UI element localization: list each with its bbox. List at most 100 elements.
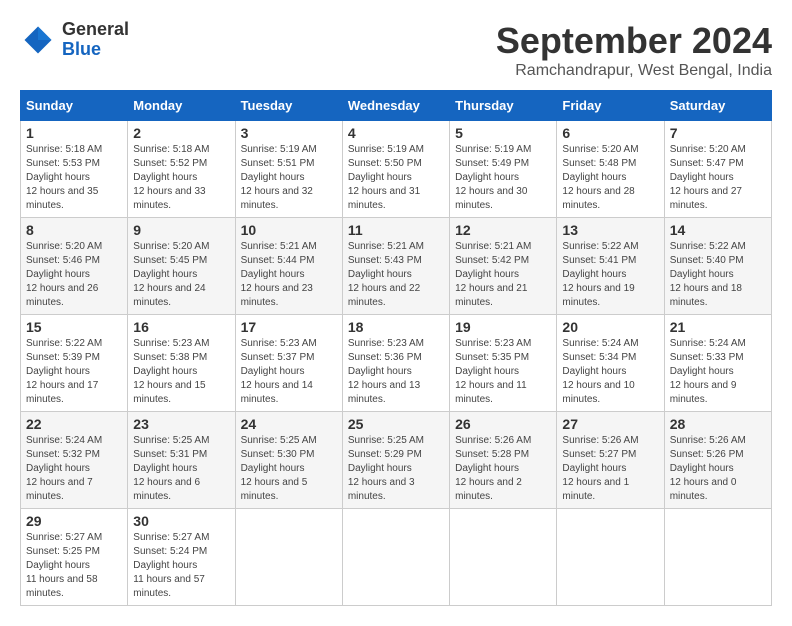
- day-number: 17: [241, 319, 337, 335]
- calendar-day-cell: 22 Sunrise: 5:24 AM Sunset: 5:32 PM Dayl…: [21, 412, 128, 509]
- calendar-day-cell: 10 Sunrise: 5:21 AM Sunset: 5:44 PM Dayl…: [235, 218, 342, 315]
- day-number: 26: [455, 416, 551, 432]
- day-info: Sunrise: 5:19 AM Sunset: 5:51 PM Dayligh…: [241, 143, 337, 213]
- day-info: Sunrise: 5:21 AM Sunset: 5:44 PM Dayligh…: [241, 240, 337, 310]
- calendar-day-cell: 18 Sunrise: 5:23 AM Sunset: 5:36 PM Dayl…: [342, 315, 449, 412]
- day-number: 28: [670, 416, 766, 432]
- day-number: 15: [26, 319, 122, 335]
- calendar-day-cell: 19 Sunrise: 5:23 AM Sunset: 5:35 PM Dayl…: [450, 315, 557, 412]
- calendar-day-cell: 24 Sunrise: 5:25 AM Sunset: 5:30 PM Dayl…: [235, 412, 342, 509]
- day-number: 5: [455, 125, 551, 141]
- day-info: Sunrise: 5:18 AM Sunset: 5:53 PM Dayligh…: [26, 143, 122, 213]
- calendar-day-cell: 21 Sunrise: 5:24 AM Sunset: 5:33 PM Dayl…: [664, 315, 771, 412]
- weekday-header-sunday: Sunday: [21, 91, 128, 121]
- calendar-day-cell: [557, 509, 664, 606]
- day-info: Sunrise: 5:27 AM Sunset: 5:25 PM Dayligh…: [26, 531, 122, 601]
- day-info: Sunrise: 5:22 AM Sunset: 5:39 PM Dayligh…: [26, 337, 122, 407]
- weekday-header-saturday: Saturday: [664, 91, 771, 121]
- calendar-day-cell: 27 Sunrise: 5:26 AM Sunset: 5:27 PM Dayl…: [557, 412, 664, 509]
- day-number: 24: [241, 416, 337, 432]
- day-number: 13: [562, 222, 658, 238]
- calendar-week-row: 8 Sunrise: 5:20 AM Sunset: 5:46 PM Dayli…: [21, 218, 772, 315]
- calendar-table: SundayMondayTuesdayWednesdayThursdayFrid…: [20, 90, 772, 606]
- day-number: 21: [670, 319, 766, 335]
- logo: General Blue: [20, 20, 129, 60]
- day-info: Sunrise: 5:25 AM Sunset: 5:31 PM Dayligh…: [133, 434, 229, 504]
- weekday-header-wednesday: Wednesday: [342, 91, 449, 121]
- logo-text: General Blue: [62, 20, 129, 60]
- calendar-day-cell: 30 Sunrise: 5:27 AM Sunset: 5:24 PM Dayl…: [128, 509, 235, 606]
- calendar-day-cell: 7 Sunrise: 5:20 AM Sunset: 5:47 PM Dayli…: [664, 121, 771, 218]
- day-info: Sunrise: 5:18 AM Sunset: 5:52 PM Dayligh…: [133, 143, 229, 213]
- day-info: Sunrise: 5:22 AM Sunset: 5:40 PM Dayligh…: [670, 240, 766, 310]
- day-number: 16: [133, 319, 229, 335]
- calendar-day-cell: 3 Sunrise: 5:19 AM Sunset: 5:51 PM Dayli…: [235, 121, 342, 218]
- logo-icon: [20, 22, 56, 58]
- day-info: Sunrise: 5:23 AM Sunset: 5:37 PM Dayligh…: [241, 337, 337, 407]
- day-info: Sunrise: 5:22 AM Sunset: 5:41 PM Dayligh…: [562, 240, 658, 310]
- day-info: Sunrise: 5:25 AM Sunset: 5:29 PM Dayligh…: [348, 434, 444, 504]
- calendar-day-cell: 15 Sunrise: 5:22 AM Sunset: 5:39 PM Dayl…: [21, 315, 128, 412]
- calendar-day-cell: 16 Sunrise: 5:23 AM Sunset: 5:38 PM Dayl…: [128, 315, 235, 412]
- day-info: Sunrise: 5:26 AM Sunset: 5:26 PM Dayligh…: [670, 434, 766, 504]
- day-number: 11: [348, 222, 444, 238]
- day-number: 22: [26, 416, 122, 432]
- calendar-day-cell: 17 Sunrise: 5:23 AM Sunset: 5:37 PM Dayl…: [235, 315, 342, 412]
- month-title: September 2024: [496, 20, 772, 62]
- day-info: Sunrise: 5:24 AM Sunset: 5:34 PM Dayligh…: [562, 337, 658, 407]
- day-info: Sunrise: 5:19 AM Sunset: 5:50 PM Dayligh…: [348, 143, 444, 213]
- calendar-day-cell: 23 Sunrise: 5:25 AM Sunset: 5:31 PM Dayl…: [128, 412, 235, 509]
- day-number: 27: [562, 416, 658, 432]
- day-number: 3: [241, 125, 337, 141]
- calendar-day-cell: 13 Sunrise: 5:22 AM Sunset: 5:41 PM Dayl…: [557, 218, 664, 315]
- day-number: 6: [562, 125, 658, 141]
- day-number: 12: [455, 222, 551, 238]
- day-info: Sunrise: 5:26 AM Sunset: 5:27 PM Dayligh…: [562, 434, 658, 504]
- day-info: Sunrise: 5:21 AM Sunset: 5:43 PM Dayligh…: [348, 240, 444, 310]
- day-number: 4: [348, 125, 444, 141]
- day-info: Sunrise: 5:20 AM Sunset: 5:45 PM Dayligh…: [133, 240, 229, 310]
- day-info: Sunrise: 5:26 AM Sunset: 5:28 PM Dayligh…: [455, 434, 551, 504]
- day-info: Sunrise: 5:25 AM Sunset: 5:30 PM Dayligh…: [241, 434, 337, 504]
- day-number: 7: [670, 125, 766, 141]
- calendar-day-cell: 6 Sunrise: 5:20 AM Sunset: 5:48 PM Dayli…: [557, 121, 664, 218]
- calendar-week-row: 22 Sunrise: 5:24 AM Sunset: 5:32 PM Dayl…: [21, 412, 772, 509]
- day-number: 1: [26, 125, 122, 141]
- logo-line2: Blue: [62, 40, 129, 60]
- calendar-day-cell: 11 Sunrise: 5:21 AM Sunset: 5:43 PM Dayl…: [342, 218, 449, 315]
- calendar-day-cell: [342, 509, 449, 606]
- day-info: Sunrise: 5:20 AM Sunset: 5:46 PM Dayligh…: [26, 240, 122, 310]
- day-info: Sunrise: 5:23 AM Sunset: 5:35 PM Dayligh…: [455, 337, 551, 407]
- calendar-day-cell: 2 Sunrise: 5:18 AM Sunset: 5:52 PM Dayli…: [128, 121, 235, 218]
- calendar-day-cell: [664, 509, 771, 606]
- calendar-week-row: 29 Sunrise: 5:27 AM Sunset: 5:25 PM Dayl…: [21, 509, 772, 606]
- day-number: 14: [670, 222, 766, 238]
- day-info: Sunrise: 5:21 AM Sunset: 5:42 PM Dayligh…: [455, 240, 551, 310]
- day-number: 9: [133, 222, 229, 238]
- weekday-header-friday: Friday: [557, 91, 664, 121]
- day-number: 18: [348, 319, 444, 335]
- calendar-day-cell: 1 Sunrise: 5:18 AM Sunset: 5:53 PM Dayli…: [21, 121, 128, 218]
- calendar-day-cell: 5 Sunrise: 5:19 AM Sunset: 5:49 PM Dayli…: [450, 121, 557, 218]
- day-number: 19: [455, 319, 551, 335]
- calendar-day-cell: 9 Sunrise: 5:20 AM Sunset: 5:45 PM Dayli…: [128, 218, 235, 315]
- calendar-day-cell: 14 Sunrise: 5:22 AM Sunset: 5:40 PM Dayl…: [664, 218, 771, 315]
- day-number: 25: [348, 416, 444, 432]
- weekday-header-tuesday: Tuesday: [235, 91, 342, 121]
- day-info: Sunrise: 5:20 AM Sunset: 5:48 PM Dayligh…: [562, 143, 658, 213]
- day-number: 20: [562, 319, 658, 335]
- weekday-header-monday: Monday: [128, 91, 235, 121]
- day-info: Sunrise: 5:24 AM Sunset: 5:32 PM Dayligh…: [26, 434, 122, 504]
- weekday-header-row: SundayMondayTuesdayWednesdayThursdayFrid…: [21, 91, 772, 121]
- calendar-day-cell: 25 Sunrise: 5:25 AM Sunset: 5:29 PM Dayl…: [342, 412, 449, 509]
- weekday-header-thursday: Thursday: [450, 91, 557, 121]
- calendar-week-row: 15 Sunrise: 5:22 AM Sunset: 5:39 PM Dayl…: [21, 315, 772, 412]
- location-title: Ramchandrapur, West Bengal, India: [496, 62, 772, 80]
- day-number: 10: [241, 222, 337, 238]
- calendar-week-row: 1 Sunrise: 5:18 AM Sunset: 5:53 PM Dayli…: [21, 121, 772, 218]
- calendar-day-cell: [235, 509, 342, 606]
- calendar-day-cell: 29 Sunrise: 5:27 AM Sunset: 5:25 PM Dayl…: [21, 509, 128, 606]
- page-header: General Blue September 2024 Ramchandrapu…: [20, 20, 772, 80]
- day-info: Sunrise: 5:24 AM Sunset: 5:33 PM Dayligh…: [670, 337, 766, 407]
- calendar-day-cell: 28 Sunrise: 5:26 AM Sunset: 5:26 PM Dayl…: [664, 412, 771, 509]
